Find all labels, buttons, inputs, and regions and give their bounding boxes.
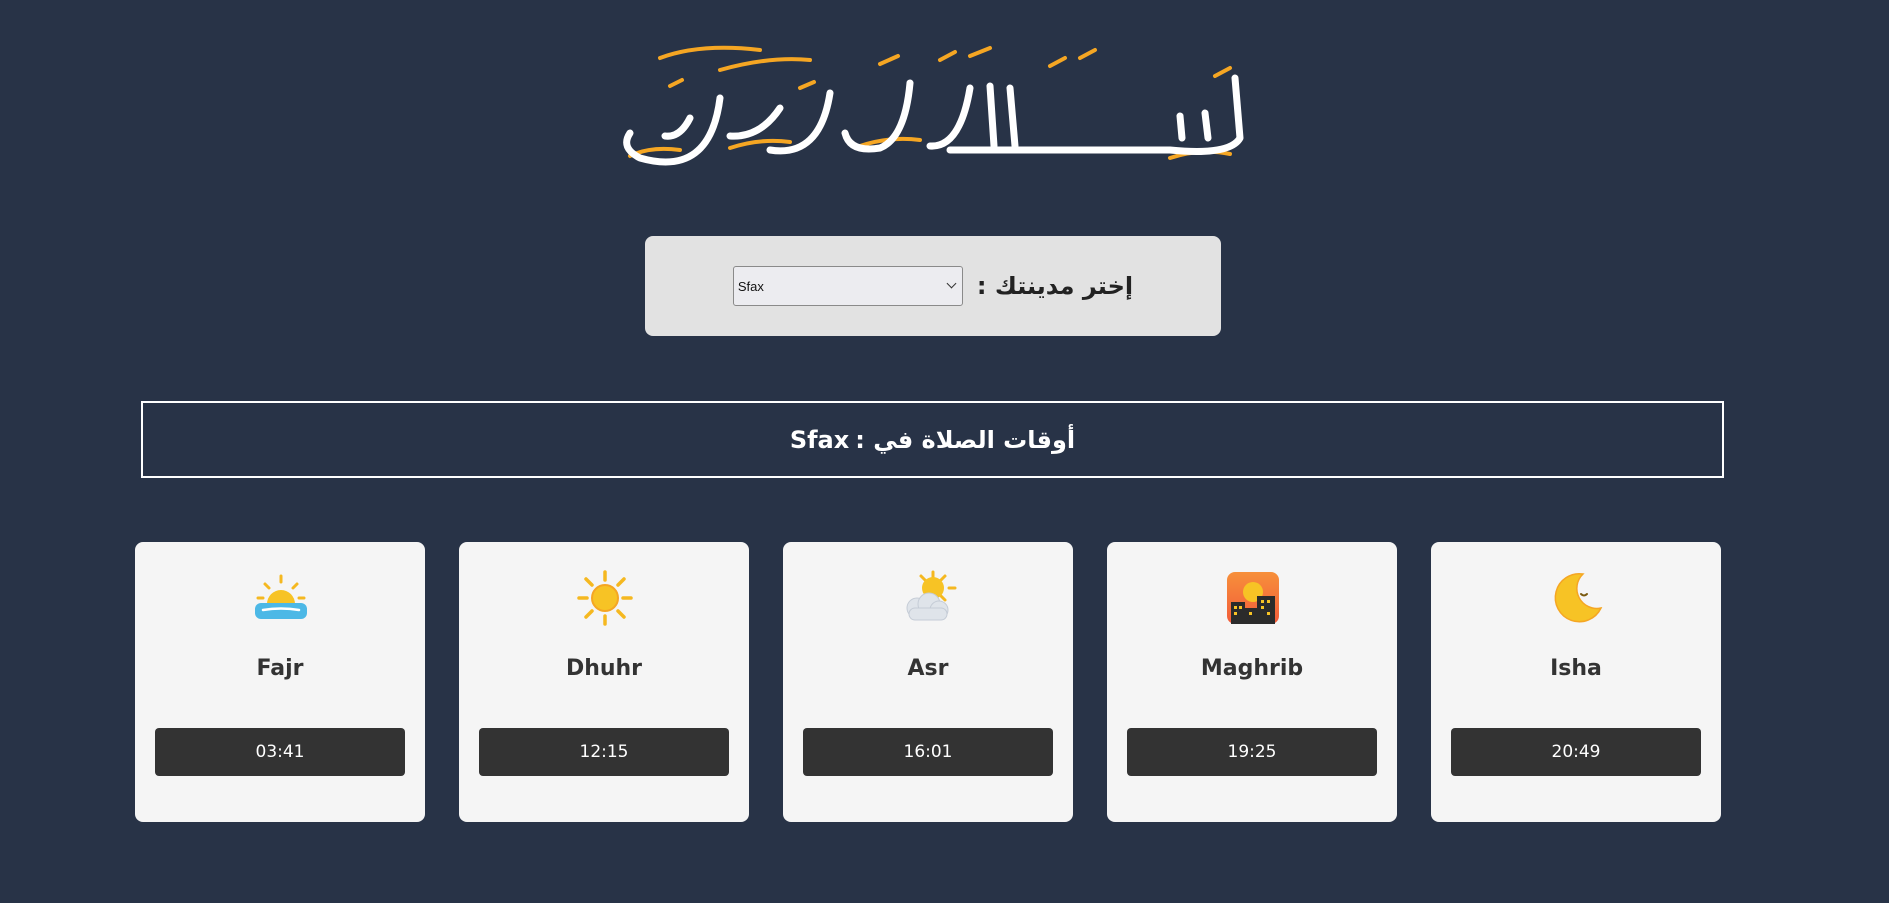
- prayer-time: 19:25: [1127, 728, 1377, 776]
- prayer-time: 03:41: [155, 728, 405, 776]
- prayer-time: 12:15: [479, 728, 729, 776]
- prayer-name: Maghrib: [1200, 656, 1304, 681]
- prayer-card-asr: Asr 16:01: [783, 542, 1073, 822]
- city-select-value: Sfax: [737, 278, 764, 294]
- title-city: Sfax: [789, 425, 850, 454]
- prayer-card-dhuhr: Dhuhr 12:15: [459, 542, 749, 822]
- sun-behind-cloud-icon: [906, 570, 957, 621]
- prayer-name: Fajr: [256, 656, 304, 681]
- prayer-name: Isha: [1550, 656, 1602, 681]
- sun-icon: [577, 570, 633, 626]
- prayer-card-maghrib: Maghrib 19:25: [1107, 542, 1397, 822]
- city-selector-label: إختر مدينتك :: [976, 272, 1134, 300]
- chevron-down-icon: [946, 278, 957, 289]
- prayer-time: 16:01: [803, 728, 1053, 776]
- prayer-card-isha: Isha 20:49: [1431, 542, 1721, 822]
- crescent-moon-icon: [1554, 572, 1603, 623]
- sunset-city-icon: [1227, 572, 1279, 624]
- city-selector-panel: إختر مدينتك : Sfax: [645, 236, 1221, 336]
- sunrise-icon: [255, 574, 307, 619]
- prayer-times-title: Sfax أوقات الصلاة في :: [141, 401, 1724, 478]
- city-select-dropdown[interactable]: Sfax: [732, 266, 963, 306]
- prayer-time: 20:49: [1451, 728, 1701, 776]
- bismillah-calligraphy: [610, 38, 1260, 168]
- prayer-card-fajr: Fajr 03:41: [135, 542, 425, 822]
- prayer-name: Asr: [907, 656, 949, 681]
- prayer-name: Dhuhr: [565, 656, 643, 681]
- title-prefix: أوقات الصلاة في :: [855, 425, 1076, 454]
